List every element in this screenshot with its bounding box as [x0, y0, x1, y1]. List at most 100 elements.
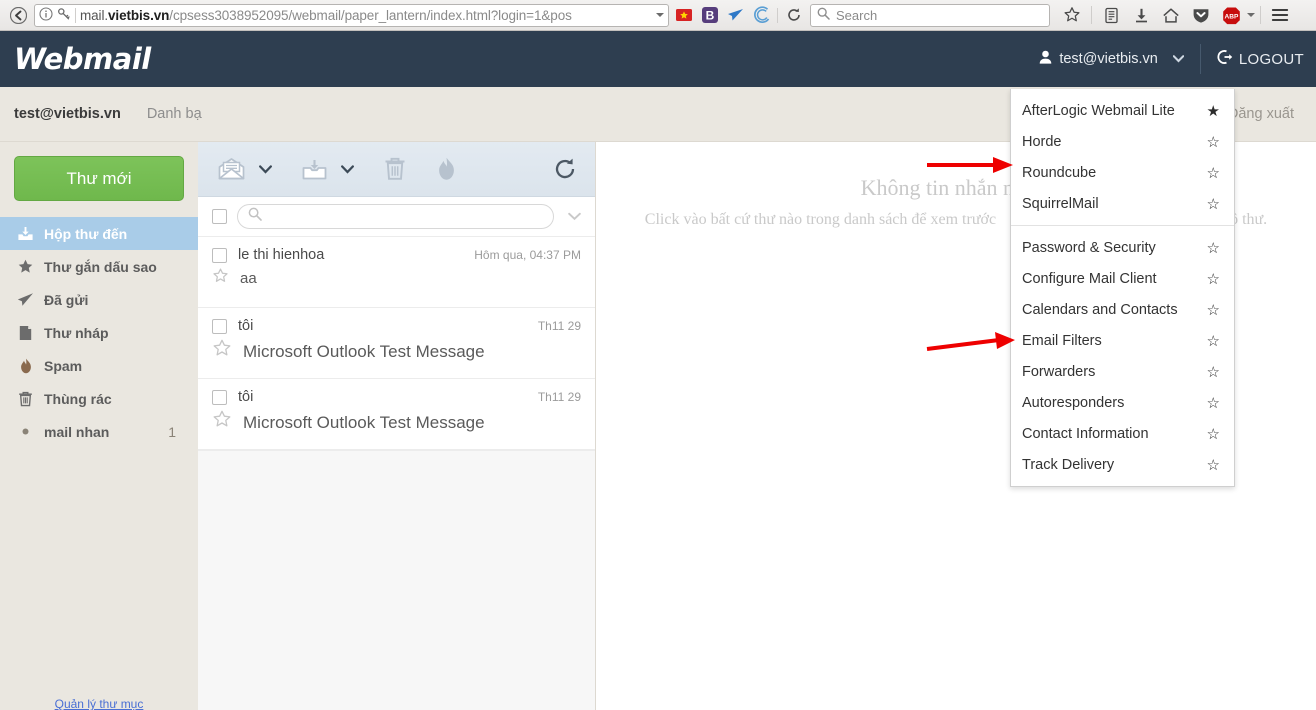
- sidebar-item-label: Spam: [44, 357, 83, 374]
- message-subject: aa: [240, 270, 257, 287]
- star-empty-icon[interactable]: ☆: [1207, 363, 1220, 381]
- menu-item-contact-information[interactable]: Contact Information ☆: [1011, 418, 1234, 449]
- jquery-swirl-icon[interactable]: [751, 4, 773, 26]
- star-empty-icon[interactable]: ☆: [1207, 239, 1220, 257]
- contacts-link[interactable]: Danh bạ: [147, 106, 202, 122]
- star-icon[interactable]: [212, 410, 232, 434]
- bootstrap-icon[interactable]: B: [699, 4, 721, 26]
- star-bookmark-icon[interactable]: [1058, 2, 1086, 28]
- star-icon[interactable]: [212, 339, 232, 363]
- flame-icon: [16, 358, 35, 374]
- chevron-down-icon[interactable]: [341, 164, 354, 174]
- adblock-plus-icon[interactable]: ABP: [1217, 2, 1245, 28]
- paper-plane-icon: [16, 292, 35, 308]
- menu-item-configure-mail-client[interactable]: Configure Mail Client ☆: [1011, 263, 1234, 294]
- chevron-down-icon[interactable]: [656, 13, 664, 17]
- vietnam-flag-icon[interactable]: [673, 4, 695, 26]
- star-empty-icon[interactable]: ☆: [1207, 133, 1220, 151]
- adblock-chevron-down-icon[interactable]: [1247, 13, 1255, 17]
- message-row-bottom: Microsoft Outlook Test Message: [212, 410, 581, 434]
- star-empty-icon[interactable]: ☆: [1207, 456, 1220, 474]
- toolbar-divider: [777, 7, 778, 23]
- address-bar[interactable]: mail.vietbis.vn/cpsess3038952095/webmail…: [34, 3, 669, 27]
- menu-item-autoresponders[interactable]: Autoresponders ☆: [1011, 387, 1234, 418]
- sidebar-item-trash[interactable]: Thùng rác: [0, 382, 198, 415]
- hamburger-menu-icon[interactable]: [1266, 2, 1294, 28]
- move-to-folder-icon[interactable]: [302, 159, 327, 180]
- select-all-checkbox[interactable]: [212, 209, 227, 224]
- star-empty-icon[interactable]: ☆: [1207, 394, 1220, 412]
- star-filled-icon[interactable]: ★: [1207, 102, 1220, 120]
- paper-plane-icon[interactable]: [725, 4, 747, 26]
- message-row-top: tôi Th11 29: [212, 390, 581, 405]
- back-arrow-icon[interactable]: [6, 3, 30, 27]
- mail-list-toolbar: [198, 142, 595, 197]
- toolbar-divider-2: [1091, 6, 1092, 24]
- user-app-dropdown-menu: AfterLogic Webmail Lite ★ Horde ☆ Roundc…: [1010, 89, 1235, 487]
- sidebar-item-starred[interactable]: Thư gắn dấu sao: [0, 250, 198, 283]
- menu-item-horde[interactable]: Horde ☆: [1011, 126, 1234, 157]
- message-row-bottom: Microsoft Outlook Test Message: [212, 339, 581, 363]
- menu-item-email-filters[interactable]: Email Filters ☆: [1011, 325, 1234, 356]
- sidebar-item-drafts[interactable]: Thư nháp: [0, 316, 198, 349]
- message-checkbox[interactable]: [212, 319, 227, 334]
- table-row[interactable]: tôi Th11 29 Microsoft Outlook Test Messa…: [198, 308, 595, 379]
- message-date: Hôm qua, 04:37 PM: [474, 248, 581, 262]
- menu-item-label: Configure Mail Client: [1022, 270, 1157, 287]
- sidebar-item-inbox[interactable]: Hộp thư đến: [0, 217, 198, 250]
- menu-item-squirrelmail[interactable]: SquirrelMail ☆: [1011, 188, 1234, 219]
- pocket-shield-icon[interactable]: [1187, 2, 1215, 28]
- browser-search-input[interactable]: Search: [810, 3, 1050, 27]
- message-checkbox[interactable]: [212, 390, 227, 405]
- star-empty-icon[interactable]: ☆: [1207, 425, 1220, 443]
- preview-subtitle-left: Click vào bất cứ thư nào trong danh sách…: [644, 211, 997, 228]
- sidebar-item-sent[interactable]: Đã gửi: [0, 283, 198, 316]
- compose-button[interactable]: Thư mới: [14, 156, 184, 201]
- menu-item-label: SquirrelMail: [1022, 195, 1099, 212]
- menu-item-forwarders[interactable]: Forwarders ☆: [1011, 356, 1234, 387]
- sidebar-item-label: Thư nháp: [44, 324, 109, 341]
- search-icon: [248, 207, 262, 226]
- menu-item-password-security[interactable]: Password & Security ☆: [1011, 232, 1234, 263]
- folder-manager-link[interactable]: Quản lý thư mục: [55, 697, 144, 710]
- star-icon: [16, 259, 35, 275]
- logout-label: LOGOUT: [1238, 50, 1304, 68]
- message-checkbox[interactable]: [212, 248, 227, 263]
- flame-icon[interactable]: [436, 157, 457, 181]
- info-icon[interactable]: [39, 6, 53, 24]
- menu-item-roundcube[interactable]: Roundcube ☆: [1011, 157, 1234, 188]
- key-icon: [57, 7, 71, 24]
- menu-item-afterlogic-webmail-lite[interactable]: AfterLogic Webmail Lite ★: [1011, 95, 1234, 126]
- sidebar-item-spam[interactable]: Spam: [0, 349, 198, 382]
- star-empty-icon[interactable]: ☆: [1207, 195, 1220, 213]
- trash-icon[interactable]: [384, 157, 406, 181]
- chevron-down-icon[interactable]: [259, 164, 272, 174]
- sidebar-item-mail-nhan[interactable]: mail nhan 1: [0, 415, 198, 448]
- browser-search-placeholder: Search: [836, 7, 878, 23]
- logout-button[interactable]: LOGOUT: [1201, 49, 1304, 69]
- signout-link[interactable]: Đăng xuất: [1228, 106, 1294, 122]
- star-empty-icon[interactable]: ☆: [1207, 301, 1220, 319]
- reload-icon[interactable]: [782, 3, 806, 27]
- table-row[interactable]: tôi Th11 29 Microsoft Outlook Test Messa…: [198, 379, 595, 450]
- refresh-icon[interactable]: [553, 157, 577, 181]
- sidebar: Thư mới Hộp thư đến Thư gắn dấu sao Đã g…: [0, 142, 198, 710]
- reader-view-icon[interactable]: [1097, 2, 1125, 28]
- message-date: Th11 29: [537, 319, 581, 333]
- chevron-down-icon[interactable]: [564, 208, 585, 226]
- star-icon[interactable]: [212, 268, 229, 289]
- chevron-down-icon[interactable]: [1172, 51, 1185, 67]
- menu-item-track-delivery[interactable]: Track Delivery ☆: [1011, 449, 1234, 480]
- inbox-icon: [16, 226, 35, 242]
- open-envelope-icon[interactable]: [218, 158, 245, 180]
- home-icon[interactable]: [1157, 2, 1185, 28]
- star-empty-icon[interactable]: ☆: [1207, 270, 1220, 288]
- star-empty-icon[interactable]: ☆: [1207, 164, 1220, 182]
- star-empty-icon[interactable]: ☆: [1207, 332, 1220, 350]
- toolbar-divider-3: [1260, 6, 1261, 24]
- user-menu-button[interactable]: test@vietbis.vn: [1031, 44, 1201, 74]
- menu-item-calendars-and-contacts[interactable]: Calendars and Contacts ☆: [1011, 294, 1234, 325]
- table-row[interactable]: le thi hienhoa Hôm qua, 04:37 PM aa: [198, 237, 595, 308]
- search-input[interactable]: [237, 204, 554, 229]
- downloads-icon[interactable]: [1127, 2, 1155, 28]
